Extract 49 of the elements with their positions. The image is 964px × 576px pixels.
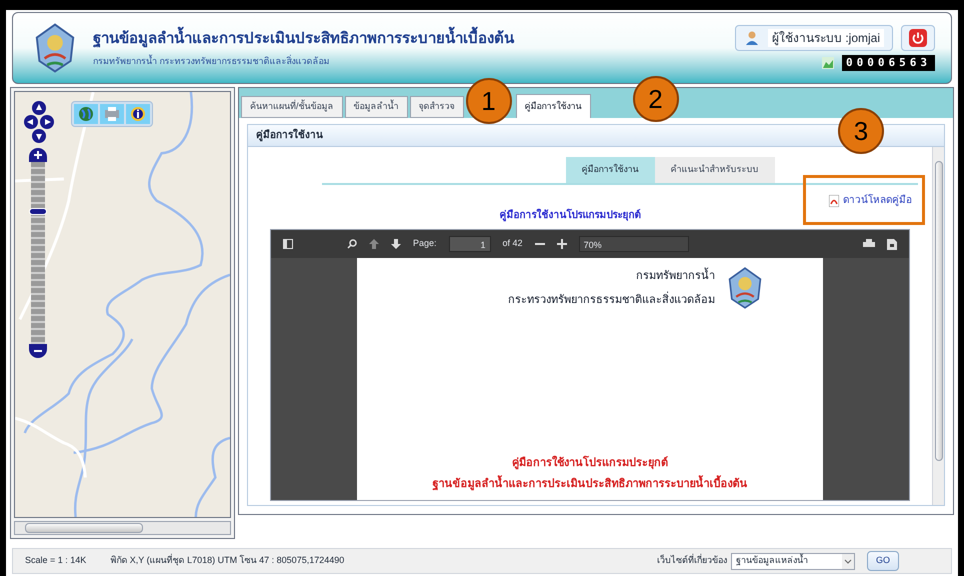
globe-icon[interactable] (74, 104, 98, 124)
plus-icon[interactable] (556, 239, 567, 249)
sub-tab[interactable]: คำแนะนำสำหรับระบบ (654, 157, 774, 183)
tab[interactable]: ข้อมูลลำน้ำ (344, 96, 408, 118)
page-label: Page: (413, 237, 437, 250)
pan-control-icon[interactable] (24, 100, 54, 144)
tab[interactable]: จุดสำรวจ (410, 96, 464, 118)
search-icon[interactable] (347, 239, 357, 249)
site-subtitle: กรมทรัพยากรน้ำ กระทรวงทรัพยากรธรรมชาติและสิ่งแวดล้อม (93, 54, 331, 68)
print-icon[interactable] (863, 239, 875, 249)
site-title: ฐานข้อมูลลำน้ำและการประเมินประสิทธิภาพการระบายน้ำเบื้องต้น (93, 28, 723, 50)
arrow-down-icon[interactable] (391, 239, 401, 249)
site-select[interactable]: ฐานข้อมูลแหล่งน้ำ (730, 552, 855, 570)
panel-title: คู่มือการใช้งาน (256, 128, 323, 143)
zoom-thumb[interactable] (29, 208, 47, 214)
visitor-counter: 00006563 (842, 54, 935, 72)
arrow-up-icon[interactable] (369, 239, 379, 249)
user-icon (744, 30, 760, 46)
zoom-slider[interactable] (29, 148, 47, 358)
manual-heading: คู่มือการใช้งานโปรแกรมประยุกต์ (500, 208, 640, 223)
tab[interactable]: ค้นหาแผนที่/ชั้นข้อมูล (241, 96, 343, 118)
zoom-select[interactable]: 70% (578, 236, 689, 252)
document-title: คู่มือการใช้งานโปรแกรมประยุกต์ (512, 455, 668, 472)
info-icon[interactable] (126, 104, 150, 124)
power-icon (909, 28, 927, 47)
page-count: of 42 (502, 237, 523, 250)
download-manual-link[interactable]: ดาวน์โหลดคู่มือ (829, 193, 912, 208)
organization-text: กรมทรัพยากรน้ำ (636, 268, 715, 284)
pdf-icon (829, 194, 839, 206)
horizontal-scrollbar[interactable] (14, 521, 231, 535)
vertical-scrollbar[interactable] (932, 147, 944, 505)
user-name: ผู้ใช้งานระบบ :jomjai (768, 28, 884, 47)
chart-icon (822, 57, 834, 69)
zoom-out-icon[interactable] (29, 344, 47, 358)
organization-text: กระทรวงทรัพยากรธรรมชาติและสิ่งแวดล้อม (508, 292, 715, 308)
scale-text: Scale = 1 : 14K (25, 554, 86, 568)
callout-number: 1 (466, 78, 512, 124)
logout-button[interactable] (901, 24, 935, 51)
callout-number: 2 (632, 76, 679, 122)
download-icon[interactable] (887, 238, 897, 250)
tab[interactable]: คู่มือการใช้งาน (516, 94, 591, 118)
sidebar-toggle-icon[interactable] (283, 239, 293, 249)
go-button[interactable]: GO (866, 551, 899, 571)
sub-tab[interactable]: คู่มือการใช้งาน (566, 157, 654, 183)
coordinates-text: พิกัด X,Y (แผนที่ชุด L7018) UTM โซน 47 : 805075,1724490 (110, 554, 344, 568)
document-title: ฐานข้อมูลลำน้ำและการประเมินประสิทธิภาพการระบายน้ำเบื้องต้น (432, 476, 748, 492)
related-sites-label: เว็บไซต์ที่เกี่ยวข้อง (656, 554, 727, 568)
page-number-field[interactable]: 1 (448, 236, 491, 252)
dropdown-icon (842, 554, 854, 568)
